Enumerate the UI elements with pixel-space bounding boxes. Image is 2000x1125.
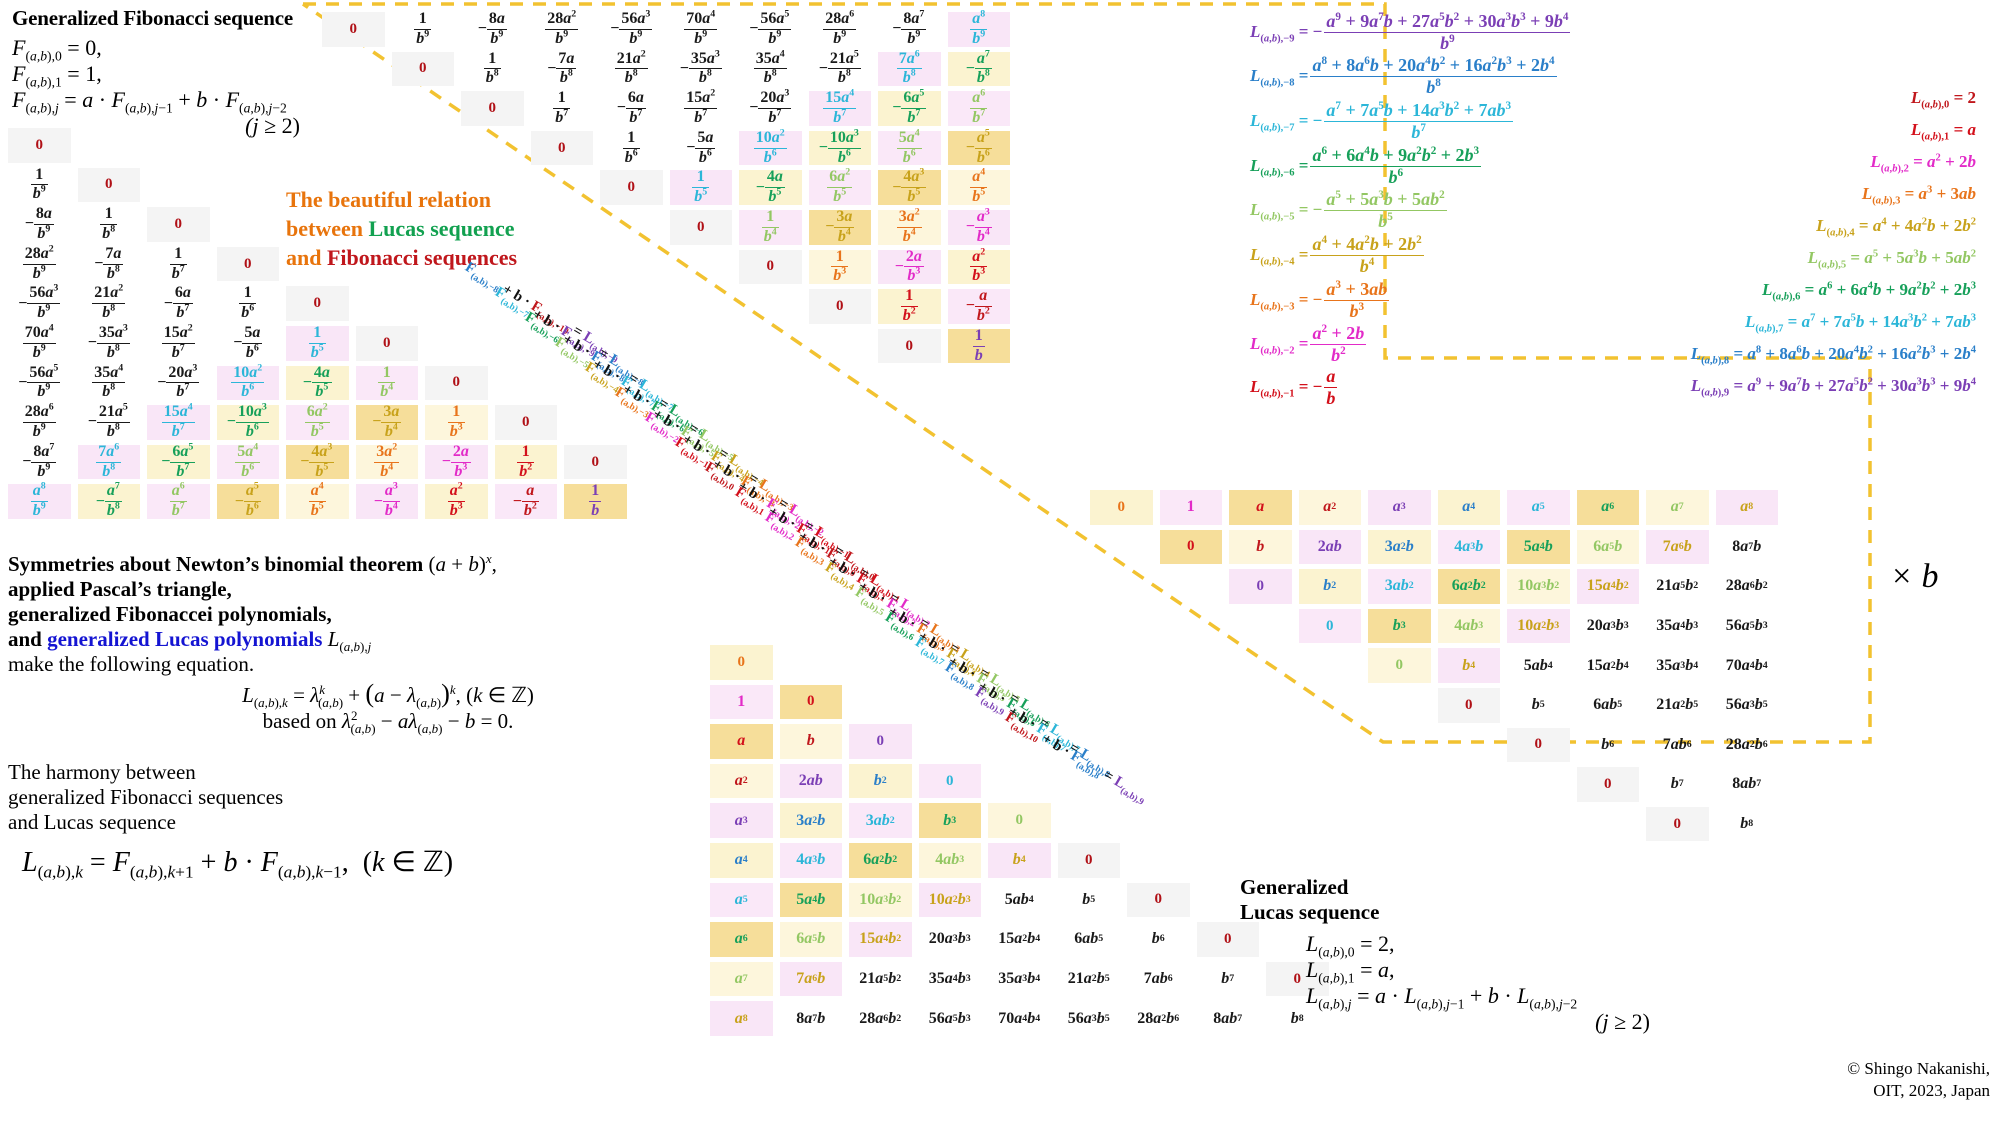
lucas-positive-formula-1: L(a,b),1 = a	[1910, 120, 1976, 143]
symmetries-text-block: Symmetries about Newton’s binomial theor…	[8, 551, 708, 882]
symmetries-line-1: Symmetries about Newton’s binomial theor…	[8, 551, 497, 576]
credit-line-2: OIT, 2023, Japan	[1873, 1081, 1990, 1101]
symmetries-eq-2: based on λ2(a,b) − aλ(a,b) − b = 0.	[262, 708, 514, 737]
lucas-positive-formula-4: L(a,b),4 = a4 + 4a2b + 2b2	[1816, 216, 1976, 239]
lucas-eq-0: L(a,b),0 = 2,	[1306, 931, 1395, 960]
symmetries-line-4: and generalized Lucas polynomials L(a,b)…	[8, 627, 372, 655]
lucas-positive-formula-6: L(a,b),6 = a6 + 6a4b + 9a2b2 + 2b3	[1761, 280, 1976, 303]
lucas-positive-formula-8: L(a,b),8 = a8 + 8a6b + 20a4b2 + 16a2b3 +…	[1690, 344, 1976, 367]
symmetries-line-2: applied Pascal’s triangle,	[8, 577, 232, 601]
lucas-eq-1: L(a,b),1 = a,	[1306, 957, 1395, 986]
times-b-label: × b	[1890, 558, 1939, 595]
credit-block: © Shingo Nakanishi, OIT, 2023, Japan	[1780, 1058, 1990, 1102]
symmetries-line-3: generalized Fibonaccei polynomials,	[8, 602, 332, 626]
lucas-negative-formula-−5: L(a,b),−5 = − a5 + 5a3b + 5ab2 b5	[1250, 189, 1447, 231]
lucas-negative-formula-−7: L(a,b),−7 = − a7 + 7a5b + 14a3b2 + 7ab3 b7	[1250, 100, 1514, 142]
harmony-line-3: and Lucas sequence	[8, 810, 176, 834]
lucas-negative-formula-−6: L(a,b),−6 = a6 + 6a4b + 9a2b2 + 2b3 b6	[1250, 145, 1482, 187]
lucas-definition-block: Generalized Lucas sequence L(a,b),0 = 2,…	[1240, 875, 1660, 1035]
lucas-positive-formula-3: L(a,b),3 = a3 + 3ab	[1861, 184, 1976, 207]
lucas-negative-formula-−9: L(a,b),−9 = − a9 + 9a7b + 27a5b2 + 30a3b3…	[1250, 11, 1571, 53]
harmony-line-1: The harmony between	[8, 760, 196, 784]
lucas-polynomials-link[interactable]: generalized Lucas polynomials	[47, 627, 322, 651]
lucas-eq-j: L(a,b),j = a · L(a,b),j−1 + b · L(a,b),j…	[1306, 983, 1578, 1012]
symmetries-line-5: make the following equation.	[8, 652, 255, 676]
lucas-definition-title-1: Generalized	[1240, 875, 1349, 899]
diagonal-identity-18: F(a,b),10 + b · F(a,b),8 = L(a,b),9	[1002, 709, 1146, 808]
lucas-eq-condition: (j ≥ 2)	[1595, 1009, 1650, 1034]
lucas-positive-formula-2: L(a,b),2 = a2 + 2b	[1870, 152, 1976, 175]
lucas-definition-title-2: Lucas sequence	[1240, 900, 1380, 924]
symmetries-eq-1: L(a,b),k = λk(a,b) + (a − λ(a,b))k, (k ∈…	[242, 679, 534, 711]
lucas-positive-formula-5: L(a,b),5 = a5 + 5a3b + 5ab2	[1807, 248, 1976, 271]
lucas-positive-formula-0: L(a,b),0 = 2	[1910, 88, 1976, 111]
lucas-negative-formula-−4: L(a,b),−4 = a4 + 4a2b + 2b2 b4	[1250, 234, 1424, 276]
harmony-eq: L(a,b),k = F(a,b),k+1 + b · F(a,b),k−1, …	[22, 847, 454, 882]
lucas-positive-formula-7: L(a,b),7 = a7 + 7a5b + 14a3b2 + 7ab3	[1744, 312, 1976, 335]
credit-line-1: © Shingo Nakanishi,	[1847, 1059, 1990, 1078]
harmony-line-2: generalized Fibonacci sequences	[8, 785, 284, 809]
lucas-positive-formula-9: L(a,b),9 = a9 + 9a7b + 27a5b2 + 30a3b3 +…	[1690, 376, 1976, 399]
lucas-negative-formula-−8: L(a,b),−8 = a8 + 8a6b + 20a4b2 + 16a2b3 …	[1250, 55, 1557, 97]
